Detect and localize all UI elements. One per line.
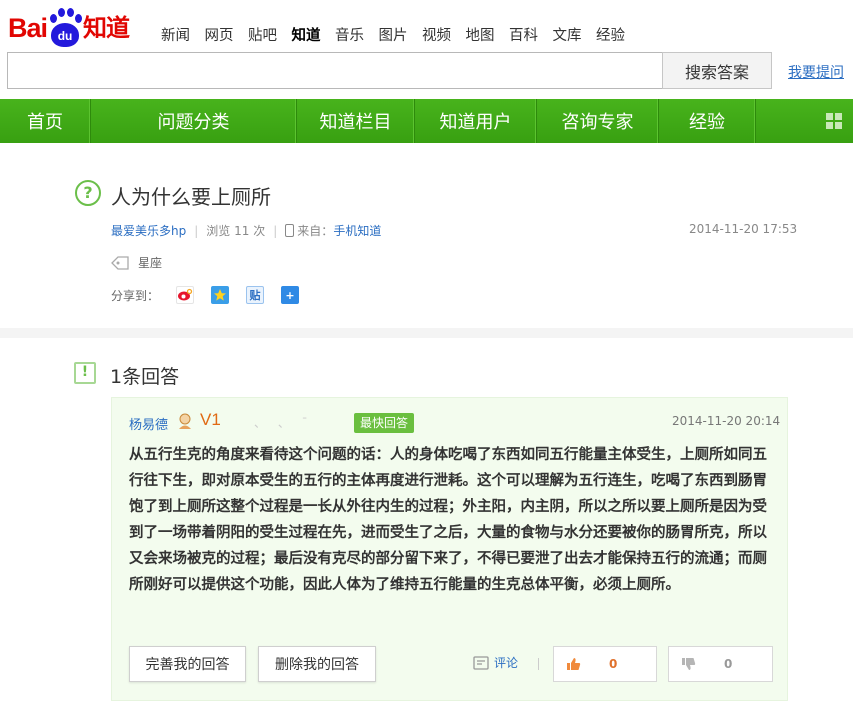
more-share-icon[interactable]: + <box>281 286 300 304</box>
top-header: Bai du 知道 新闻 网页 贴吧 知道 音乐 图片 视频 地图 百科 文库 … <box>0 0 853 52</box>
downvote-button[interactable]: 0 <box>668 646 773 682</box>
vote-divider <box>538 658 539 670</box>
views-unit: 次 <box>253 224 266 238</box>
baidu-logo[interactable]: Bai du 知道 <box>8 4 130 48</box>
edit-answer-button[interactable]: 完善我的回答 <box>129 646 246 682</box>
main-nav: 首页 问题分类 知道栏目 知道用户 咨询专家 经验 <box>0 99 853 143</box>
search-input[interactable] <box>7 52 663 89</box>
top-nav: 新闻 网页 贴吧 知道 音乐 图片 视频 地图 百科 文库 经验 <box>161 24 640 45</box>
upvote-count: 0 <box>609 657 618 671</box>
question-date: 2014-11-20 17:53 <box>689 222 798 236</box>
qzone-share-icon[interactable] <box>211 286 230 304</box>
top-nav-wenku[interactable]: 文库 <box>553 24 582 45</box>
top-nav-zhidao[interactable]: 知道 <box>292 24 321 45</box>
search-answer-button[interactable]: 搜索答案 <box>662 52 772 89</box>
question-tag[interactable]: 星座 <box>111 254 162 271</box>
logo-du: du <box>51 23 80 47</box>
answer-date: 2014-11-20 20:14 <box>672 414 781 428</box>
meta-divider: | <box>194 223 199 238</box>
comment-link[interactable]: 评论 <box>473 654 518 671</box>
paw-icon: du <box>48 8 83 48</box>
question-meta: 最爱美乐多hp | 浏览 11 次 | 来自： 手机知道 <box>111 222 381 239</box>
meta-divider: | <box>273 223 278 238</box>
share-label: 分享到： <box>111 288 160 303</box>
main-nav-home[interactable]: 首页 <box>0 99 91 143</box>
answer-count-icon: ! <box>74 362 96 384</box>
views-label: 浏览 <box>206 224 231 238</box>
top-nav-map[interactable]: 地图 <box>466 24 495 45</box>
user-avatar-icon <box>179 413 191 429</box>
thumbs-down-icon <box>682 658 696 670</box>
phone-icon <box>285 224 295 237</box>
downvote-count: 0 <box>724 657 733 671</box>
comment-icon <box>473 655 489 670</box>
answer-author[interactable]: 杨易德 <box>129 414 168 433</box>
thumbs-up-icon <box>567 658 581 670</box>
views-count: 11 <box>234 223 250 238</box>
ask-question-link[interactable]: 我要提问 <box>788 62 844 82</box>
top-nav-baike[interactable]: 百科 <box>509 24 538 45</box>
top-nav-news[interactable]: 新闻 <box>161 24 190 45</box>
weibo-share-icon[interactable] <box>176 286 195 304</box>
answer-count: 1条回答 <box>110 366 180 388</box>
grid-menu-icon[interactable] <box>815 99 853 143</box>
fastest-answer-badge: 最快回答 <box>354 413 415 433</box>
upvote-button[interactable]: 0 <box>553 646 657 682</box>
answer-text: 从五行生克的角度来看待这个问题的话：人的身体吃喝了东西如同五行能量主体受生，上厕… <box>129 447 767 593</box>
top-nav-music[interactable]: 音乐 <box>335 24 364 45</box>
question-circle-icon: ? <box>75 180 101 206</box>
main-nav-users[interactable]: 知道用户 <box>415 99 537 143</box>
main-nav-jingyan[interactable]: 经验 <box>659 99 756 143</box>
delete-answer-button[interactable]: 删除我的回答 <box>258 646 376 682</box>
tag-label: 星座 <box>138 256 163 270</box>
share-bar: 分享到： 贴 + <box>111 286 300 304</box>
top-nav-tieba[interactable]: 贴吧 <box>248 24 277 45</box>
top-nav-video[interactable]: 视频 <box>422 24 451 45</box>
main-nav-columns[interactable]: 知道栏目 <box>297 99 415 143</box>
answer-card: 杨易德 V1 、 、 ˉ 最快回答 2014-11-20 20:14 从五行生克… <box>111 397 788 701</box>
comment-label: 评论 <box>494 656 519 670</box>
main-nav-experts[interactable]: 咨询专家 <box>537 99 659 143</box>
user-title-blurred: 、 、 ˉ <box>254 416 312 430</box>
question-author[interactable]: 最爱美乐多hp <box>111 222 186 239</box>
logo-bai: Bai <box>8 13 48 43</box>
from-label: 来自： <box>297 224 334 238</box>
main-nav-categories[interactable]: 问题分类 <box>91 99 297 143</box>
tag-icon <box>111 255 129 270</box>
user-level: V1 <box>200 410 221 429</box>
top-nav-web[interactable]: 网页 <box>205 24 234 45</box>
from-mobile-link[interactable]: 手机知道 <box>333 222 381 239</box>
logo-zhidao: 知道 <box>83 14 130 42</box>
top-nav-jingyan[interactable]: 经验 <box>596 24 625 45</box>
tieba-share-icon[interactable]: 贴 <box>246 286 265 304</box>
question-title: 人为什么要上厕所 <box>111 185 271 209</box>
section-divider <box>0 328 853 338</box>
top-nav-images[interactable]: 图片 <box>379 24 408 45</box>
